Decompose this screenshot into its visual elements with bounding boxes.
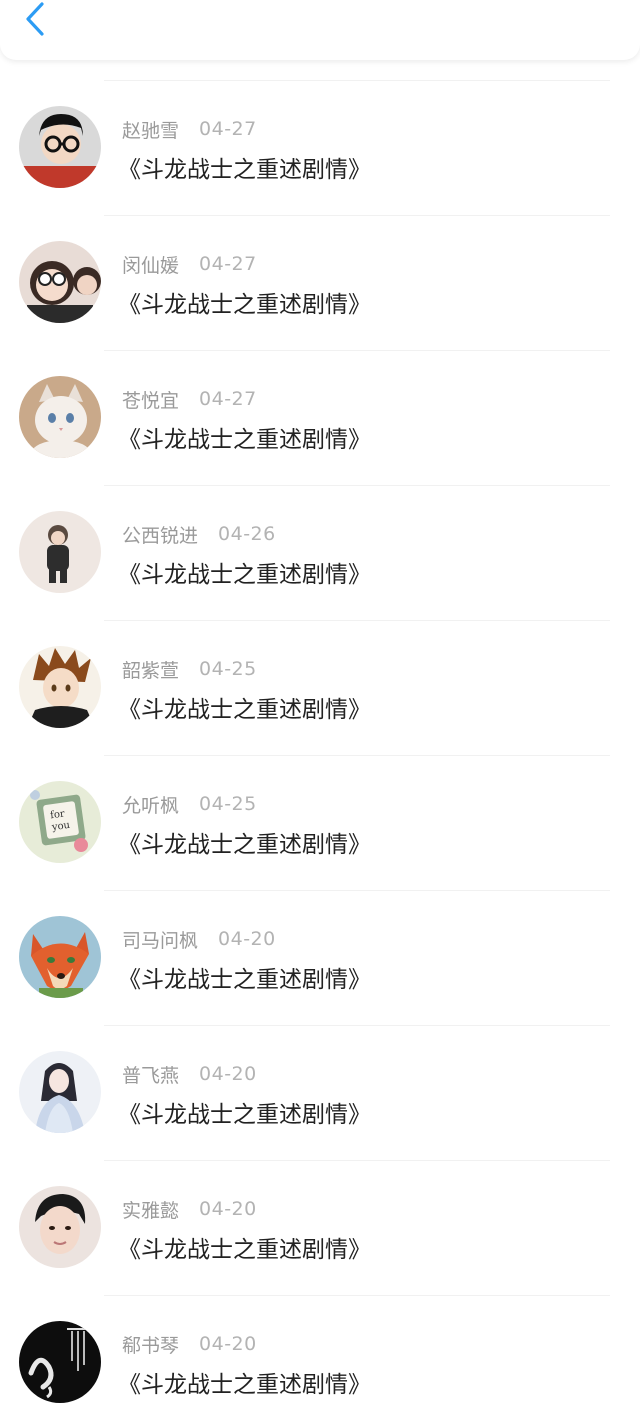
comment-meta: 普飞燕 04-20	[122, 1061, 257, 1087]
comment-list: 赵驰雪 04-27 《斗龙战士之重述剧情》 闵仙媛 04-27 《斗龙战士之重述剧情》 苍悦…	[0, 80, 640, 1423]
comment-meta: 公西锐进 04-26	[122, 521, 276, 547]
post-date: 04-20	[218, 928, 276, 950]
post-date: 04-27	[199, 388, 257, 410]
username[interactable]: 苍悦宜	[122, 386, 179, 413]
post-date: 04-27	[199, 253, 257, 275]
post-date: 04-25	[199, 793, 257, 815]
avatar-image	[19, 106, 101, 188]
username[interactable]: 韶紫萱	[122, 656, 179, 683]
comment-item[interactable]: 实雅懿 04-20 《斗龙战士之重述剧情》	[0, 1160, 640, 1295]
avatar-image: foryou	[19, 781, 101, 863]
comment-item[interactable]: 公西锐进 04-26 《斗龙战士之重述剧情》	[0, 485, 640, 620]
comment-meta: 苍悦宜 04-27	[122, 386, 257, 412]
book-title[interactable]: 《斗龙战士之重述剧情》	[118, 1095, 371, 1129]
svg-text:for: for	[50, 808, 66, 821]
top-bar	[0, 0, 640, 60]
book-title[interactable]: 《斗龙战士之重述剧情》	[118, 555, 371, 589]
comment-list-screen: 赵驰雪 04-27 《斗龙战士之重述剧情》 闵仙媛 04-27 《斗龙战士之重述剧情》 苍悦…	[0, 0, 640, 1423]
avatar-image	[19, 376, 101, 458]
row-divider	[104, 350, 610, 351]
comment-item[interactable]: for you 允听枫 04-25 《斗龙战士之重述剧情》	[0, 755, 640, 890]
avatar[interactable]	[19, 511, 101, 593]
comment-item[interactable]: 闵仙媛 04-27 《斗龙战士之重述剧情》	[0, 215, 640, 350]
row-divider	[104, 215, 610, 216]
comment-meta: 实雅懿 04-20	[122, 1196, 257, 1222]
post-date: 04-20	[199, 1063, 257, 1085]
book-title[interactable]: 《斗龙战士之重述剧情》	[118, 150, 371, 184]
avatar[interactable]	[19, 1186, 101, 1268]
row-divider	[104, 620, 610, 621]
avatar[interactable]	[19, 1321, 101, 1403]
row-divider	[104, 755, 610, 756]
comment-meta: 郗书琴 04-20	[122, 1331, 257, 1357]
avatar[interactable]	[19, 241, 101, 323]
row-divider	[104, 1025, 610, 1026]
row-divider	[104, 485, 610, 486]
avatar[interactable]	[19, 1051, 101, 1133]
username[interactable]: 赵驰雪	[122, 116, 179, 143]
comment-meta: 闵仙媛 04-27	[122, 251, 257, 277]
avatar[interactable]	[19, 646, 101, 728]
post-date: 04-20	[199, 1198, 257, 1220]
comment-item[interactable]: 苍悦宜 04-27 《斗龙战士之重述剧情》	[0, 350, 640, 485]
username[interactable]: 郗书琴	[122, 1331, 179, 1358]
comment-meta: 赵驰雪 04-27	[122, 116, 257, 142]
post-date: 04-27	[199, 118, 257, 140]
avatar-image	[19, 1186, 101, 1268]
book-title[interactable]: 《斗龙战士之重述剧情》	[118, 420, 371, 454]
post-date: 04-25	[199, 658, 257, 680]
comment-item[interactable]: 郗书琴 04-20 《斗龙战士之重述剧情》	[0, 1295, 640, 1423]
avatar-image	[19, 241, 101, 323]
comment-item[interactable]: 韶紫萱 04-25 《斗龙战士之重述剧情》	[0, 620, 640, 755]
comment-item[interactable]: 赵驰雪 04-27 《斗龙战士之重述剧情》	[0, 80, 640, 215]
row-divider	[104, 1160, 610, 1161]
username[interactable]: 实雅懿	[122, 1196, 179, 1223]
avatar[interactable]	[19, 106, 101, 188]
username[interactable]: 闵仙媛	[122, 251, 179, 278]
book-title[interactable]: 《斗龙战士之重述剧情》	[118, 825, 371, 859]
username[interactable]: 公西锐进	[122, 521, 198, 548]
comment-meta: 韶紫萱 04-25	[122, 656, 257, 682]
book-title[interactable]: 《斗龙战士之重述剧情》	[118, 285, 371, 319]
comment-item[interactable]: 普飞燕 04-20 《斗龙战士之重述剧情》	[0, 1025, 640, 1160]
username[interactable]: 允听枫	[122, 791, 179, 818]
avatar-image	[19, 646, 101, 728]
comment-item[interactable]: 司马问枫 04-20 《斗龙战士之重述剧情》	[0, 890, 640, 1025]
avatar-image	[19, 1321, 101, 1403]
avatar-image	[19, 511, 101, 593]
username[interactable]: 普飞燕	[122, 1061, 179, 1088]
row-divider	[104, 1295, 610, 1296]
avatar-image	[19, 916, 101, 998]
avatar-image	[19, 1051, 101, 1133]
post-date: 04-26	[218, 523, 276, 545]
chevron-left-icon	[26, 2, 44, 36]
comment-meta: 允听枫 04-25	[122, 791, 257, 817]
avatar[interactable]	[19, 376, 101, 458]
row-divider	[104, 890, 610, 891]
row-divider	[104, 80, 610, 81]
avatar[interactable]: for you	[19, 781, 101, 863]
book-title[interactable]: 《斗龙战士之重述剧情》	[118, 1365, 371, 1399]
avatar[interactable]	[19, 916, 101, 998]
post-date: 04-20	[199, 1333, 257, 1355]
back-button[interactable]	[20, 0, 52, 40]
book-title[interactable]: 《斗龙战士之重述剧情》	[118, 1230, 371, 1264]
book-title[interactable]: 《斗龙战士之重述剧情》	[118, 960, 371, 994]
comment-meta: 司马问枫 04-20	[122, 926, 276, 952]
book-title[interactable]: 《斗龙战士之重述剧情》	[118, 690, 371, 724]
username[interactable]: 司马问枫	[122, 926, 198, 953]
